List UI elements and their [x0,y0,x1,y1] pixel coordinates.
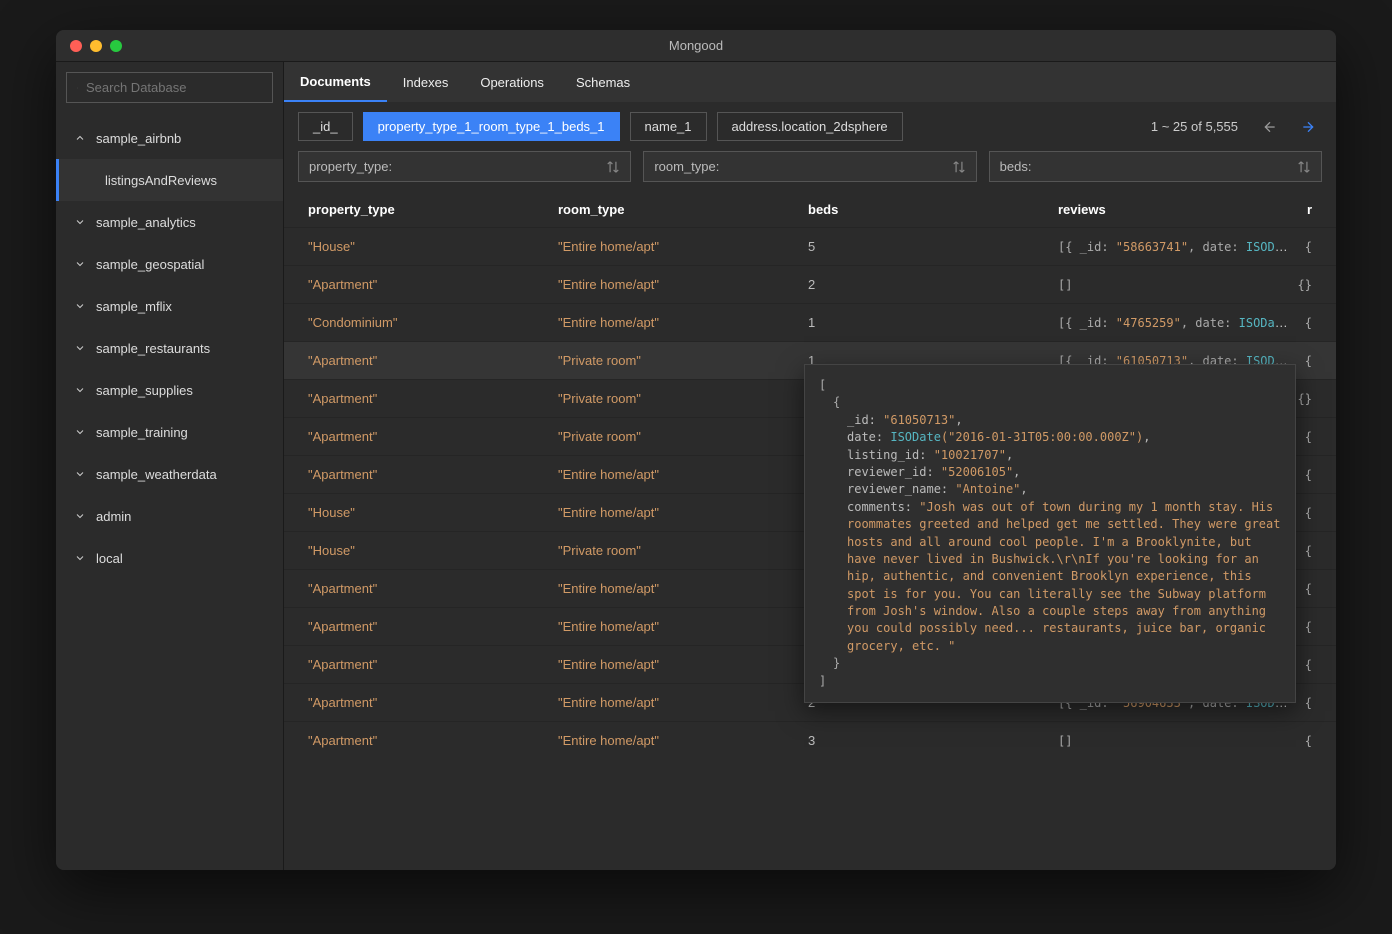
sidebar-database-item[interactable]: local [56,537,283,579]
titlebar: Mongood [56,30,1336,62]
database-label: admin [96,509,131,524]
table-row[interactable]: "Condominium""Entire home/apt"1[{ _id: "… [284,303,1336,341]
table-row[interactable]: "House""Entire home/apt"5[{ _id: "586637… [284,227,1336,265]
database-label: sample_geospatial [96,257,204,272]
tab-indexes[interactable]: Indexes [387,62,465,102]
index-button[interactable]: _id_ [298,112,353,141]
filter-input[interactable]: beds: [989,151,1322,182]
sidebar-database-item[interactable]: sample_analytics [56,201,283,243]
chevron-down-icon [74,342,86,354]
sidebar-database-item[interactable]: sample_mflix [56,285,283,327]
column-header[interactable]: reviews [1058,202,1292,217]
chevron-up-icon [74,132,86,144]
search-field[interactable] [86,80,262,95]
chevron-down-icon [74,300,86,312]
prev-page-button[interactable] [1256,113,1284,141]
chevron-down-icon [74,510,86,522]
database-label: sample_analytics [96,215,196,230]
main-tabs: DocumentsIndexesOperationsSchemas [284,62,1336,102]
table-header: property_type room_type beds reviews r [284,192,1336,227]
index-button[interactable]: address.location_2dsphere [717,112,903,141]
sidebar-database-item[interactable]: admin [56,495,283,537]
filter-input[interactable]: property_type: [298,151,631,182]
table-row[interactable]: "Apartment""Entire home/apt"3[]{ [284,721,1336,759]
table-row[interactable]: "Apartment""Entire home/apt"2[]{} [284,265,1336,303]
database-label: sample_restaurants [96,341,210,356]
chevron-down-icon [74,384,86,396]
sidebar-database-item[interactable]: sample_supplies [56,369,283,411]
pagination-info: 1 ~ 25 of 5,555 [1151,119,1238,134]
sidebar-database-item[interactable]: sample_geospatial [56,243,283,285]
index-button[interactable]: name_1 [630,112,707,141]
chevron-down-icon [74,216,86,228]
search-database-input[interactable] [66,72,273,103]
filter-label: property_type: [309,159,392,174]
column-header[interactable]: beds [808,202,1058,217]
sidebar-database-item[interactable]: sample_airbnb [56,117,283,159]
database-label: sample_training [96,425,188,440]
column-header[interactable]: room_type [558,202,808,217]
database-label: sample_weatherdata [96,467,217,482]
tab-operations[interactable]: Operations [464,62,560,102]
database-label: sample_mflix [96,299,172,314]
search-icon [77,81,78,95]
window-title: Mongood [56,38,1336,53]
sort-icon [952,160,966,174]
arrow-right-icon [1300,119,1316,135]
sort-icon [1297,160,1311,174]
column-header[interactable]: property_type [308,202,558,217]
database-label: local [96,551,123,566]
arrow-left-icon [1262,119,1278,135]
sort-icon [606,160,620,174]
tab-documents[interactable]: Documents [284,62,387,102]
sidebar-database-item[interactable]: sample_restaurants [56,327,283,369]
cell-preview-tooltip: [ { _id: "61050713", date: ISODate("2016… [804,364,1296,703]
chevron-down-icon [74,468,86,480]
index-button[interactable]: property_type_1_room_type_1_beds_1 [363,112,620,141]
index-bar: _id_ property_type_1_room_type_1_beds_1 na… [284,102,1336,151]
sidebar-database-item[interactable]: sample_weatherdata [56,453,283,495]
sidebar-collection-item[interactable]: listingsAndReviews [56,159,283,201]
next-page-button[interactable] [1294,113,1322,141]
sidebar: sample_airbnb listingsAndReviews sample_an… [56,62,284,870]
chevron-down-icon [74,426,86,438]
database-label: sample_airbnb [96,131,181,146]
database-label: sample_supplies [96,383,193,398]
filter-label: beds: [1000,159,1032,174]
chevron-down-icon [74,258,86,270]
chevron-down-icon [74,552,86,564]
filter-label: room_type: [654,159,719,174]
column-header[interactable]: r [1292,202,1312,217]
tab-schemas[interactable]: Schemas [560,62,646,102]
sidebar-database-item[interactable]: sample_training [56,411,283,453]
filter-input[interactable]: room_type: [643,151,976,182]
app-window: Mongood sample_airbnblistingsAndReviewss… [56,30,1336,870]
